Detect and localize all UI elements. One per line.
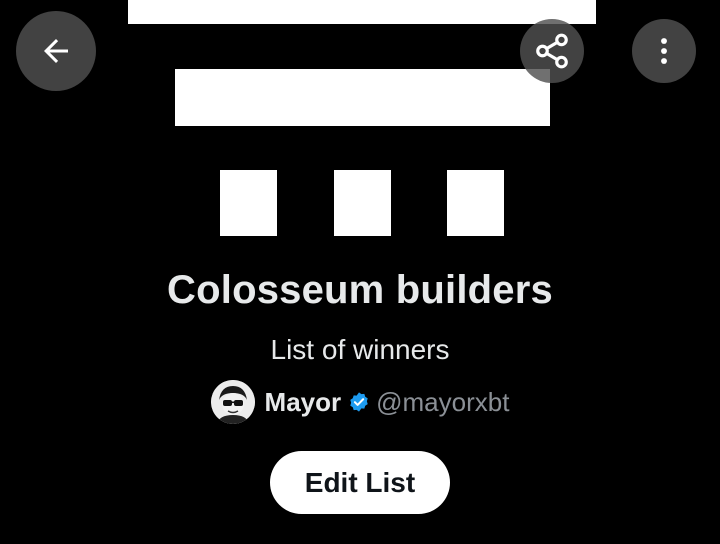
banner-square-2 (334, 170, 391, 236)
share-icon (533, 32, 571, 70)
banner-bar-top (128, 0, 596, 24)
more-options-button[interactable] (632, 19, 696, 83)
arrow-left-icon (38, 33, 74, 69)
list-owner[interactable]: Mayor @mayorxbt (0, 378, 720, 426)
banner-square-1 (220, 170, 277, 236)
owner-name[interactable]: Mayor (265, 387, 342, 418)
avatar[interactable] (210, 380, 255, 424)
back-button[interactable] (16, 11, 96, 91)
banner-square-3 (447, 170, 504, 236)
banner-bar-middle (175, 69, 550, 126)
more-vertical-icon (648, 35, 680, 67)
verified-badge-icon (348, 391, 370, 413)
list-description: List of winners (270, 334, 450, 365)
owner-handle[interactable]: @mayorxbt (376, 387, 509, 418)
share-button[interactable] (520, 19, 584, 83)
edit-list-button[interactable]: Edit List (270, 451, 450, 514)
list-title: Colosseum builders (167, 268, 553, 312)
